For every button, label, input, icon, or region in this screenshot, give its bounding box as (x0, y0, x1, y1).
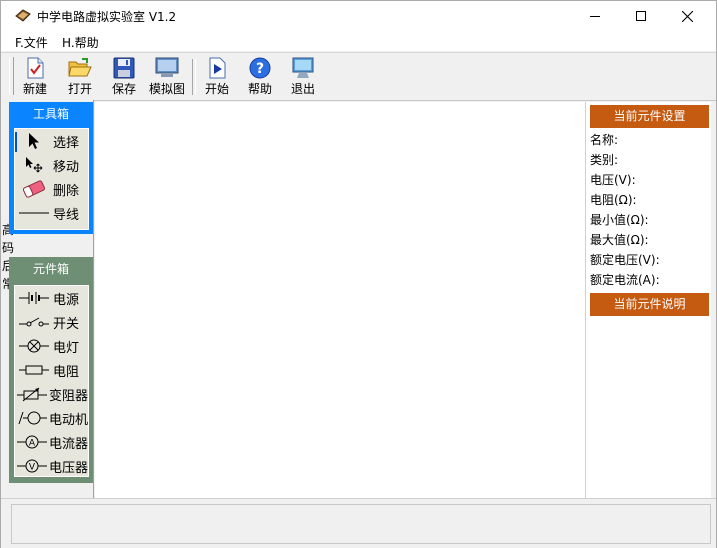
app-window: 中学电路虚拟实验室 V1.2 F.文件 H.帮助 新建 打开 保存 模拟图 开始… (0, 0, 717, 548)
component-ammeter[interactable]: A 电流器 (15, 430, 88, 454)
tool-delete[interactable]: 删除 (15, 177, 88, 201)
component-label: 电灯 (53, 340, 80, 356)
tool-label: 删除 (53, 183, 80, 199)
menu-bar: F.文件 H.帮助 (1, 31, 716, 51)
start-button[interactable]: 开始 (205, 57, 229, 97)
component-power-source[interactable]: 电源 (15, 286, 88, 310)
wire-line-icon (19, 212, 49, 214)
tool-move[interactable]: 移动 (15, 153, 88, 177)
prop-name-label: 名称: (590, 133, 619, 147)
help-button[interactable]: ? 帮助 (248, 57, 272, 97)
component-lamp[interactable]: 电灯 (15, 334, 88, 358)
toolbox-title: 工具箱 (32, 107, 69, 121)
help-icon: ? (249, 57, 271, 79)
ammeter-symbol-icon: A (17, 435, 47, 449)
properties-panel: 当前元件设置 名称: 类别: 电压(V): 电阻(Ω): 最小值(Ω): 最大值… (586, 102, 711, 498)
minimize-button[interactable] (572, 1, 618, 31)
title-bar: 中学电路虚拟实验室 V1.2 (1, 1, 716, 31)
maximize-button[interactable] (618, 1, 664, 31)
status-panel (11, 504, 711, 544)
book-icon (15, 9, 31, 22)
toolbar-separator (192, 59, 196, 95)
new-button[interactable]: 新建 (23, 57, 47, 97)
svg-text:?: ? (256, 61, 264, 77)
floppy-disk-icon (113, 57, 135, 79)
eraser-icon (22, 180, 46, 198)
move-cursor-icon (26, 157, 43, 173)
clipped-text: 码 (2, 241, 15, 255)
component-motor[interactable]: 电动机 (15, 406, 88, 430)
close-icon (681, 10, 693, 22)
svg-text:V: V (29, 463, 36, 473)
components-panel: 元件箱 电源 开关 电灯 电阻 变阻器 电动机 A 电流器 V 电压器 (9, 257, 93, 483)
component-label: 变阻器 (49, 388, 89, 404)
open-label: 打开 (68, 82, 93, 96)
tool-label: 导线 (53, 207, 80, 223)
play-document-icon (209, 57, 226, 79)
component-resistor[interactable]: 电阻 (15, 358, 88, 382)
svg-text:A: A (29, 439, 36, 449)
prop-voltage-label: 电压(V): (590, 173, 636, 187)
exit-monitor-icon (292, 57, 314, 78)
maximize-icon (636, 11, 646, 21)
component-label: 电阻 (53, 364, 80, 380)
monitor-icon (155, 57, 179, 77)
exit-label: 退出 (291, 82, 316, 96)
right-edge-strip (711, 102, 716, 498)
prop-max-value-label: 最大值(Ω): (590, 233, 649, 247)
simulate-view-button[interactable]: 模拟图 (149, 57, 185, 97)
voltmeter-symbol-icon: V (17, 459, 47, 473)
toolbox-panel: 工具箱 选择 移动 删除 导线 (9, 102, 93, 234)
window-title: 中学电路虚拟实验室 V1.2 (37, 10, 177, 24)
component-label: 电动机 (49, 412, 89, 428)
component-rheostat[interactable]: 变阻器 (15, 382, 88, 406)
save-label: 保存 (112, 82, 137, 96)
folder-open-icon (68, 58, 92, 77)
save-button[interactable]: 保存 (112, 57, 136, 97)
motor-symbol-icon (18, 411, 47, 425)
help-label: 帮助 (248, 82, 273, 96)
arrow-cursor-icon (29, 133, 39, 149)
new-label: 新建 (23, 82, 48, 96)
toolbox-list: 选择 移动 删除 导线 (14, 128, 89, 230)
prop-category-label: 类别: (590, 153, 619, 167)
component-label: 电流器 (49, 436, 89, 452)
tool-wire[interactable]: 导线 (15, 201, 88, 225)
component-switch[interactable]: 开关 (15, 310, 88, 334)
menu-help[interactable]: H.帮助 (62, 34, 99, 51)
toolbar-grip[interactable] (9, 57, 14, 95)
start-label: 开始 (205, 82, 230, 96)
simulate-view-label: 模拟图 (149, 82, 186, 96)
prop-rated-voltage-label: 额定电压(V): (590, 253, 660, 267)
component-label: 电压器 (49, 460, 89, 476)
components-title: 元件箱 (32, 262, 69, 276)
tool-select[interactable]: 选择 (15, 129, 88, 153)
new-file-icon (27, 57, 44, 79)
lamp-symbol-icon (19, 339, 49, 353)
component-voltmeter[interactable]: V 电压器 (15, 454, 88, 478)
status-bar (1, 498, 716, 548)
tool-label: 移动 (53, 159, 80, 175)
component-label: 电源 (53, 292, 80, 308)
selection-indicator (15, 132, 17, 152)
component-label: 开关 (53, 316, 80, 332)
circuit-canvas[interactable] (95, 102, 586, 498)
prop-rated-current-label: 额定电流(A): (590, 273, 660, 287)
resistor-symbol-icon (19, 365, 49, 375)
prop-resistance-label: 电阻(Ω): (590, 193, 637, 207)
minimize-icon (590, 16, 600, 17)
component-description-header: 当前元件说明 (590, 293, 709, 316)
component-settings-header: 当前元件设置 (590, 105, 709, 128)
menu-file[interactable]: F.文件 (15, 34, 48, 51)
rheostat-symbol-icon (17, 387, 47, 402)
close-button[interactable] (664, 1, 710, 31)
exit-button[interactable]: 退出 (291, 57, 315, 97)
battery-symbol-icon (19, 292, 49, 304)
switch-symbol-icon (19, 317, 49, 327)
prop-min-value-label: 最小值(Ω): (590, 213, 649, 227)
open-button[interactable]: 打开 (68, 57, 92, 97)
tool-label: 选择 (53, 135, 80, 151)
components-list: 电源 开关 电灯 电阻 变阻器 电动机 A 电流器 V 电压器 (14, 285, 89, 477)
toolbar: 新建 打开 保存 模拟图 开始 ? 帮助 退出 (1, 52, 716, 101)
